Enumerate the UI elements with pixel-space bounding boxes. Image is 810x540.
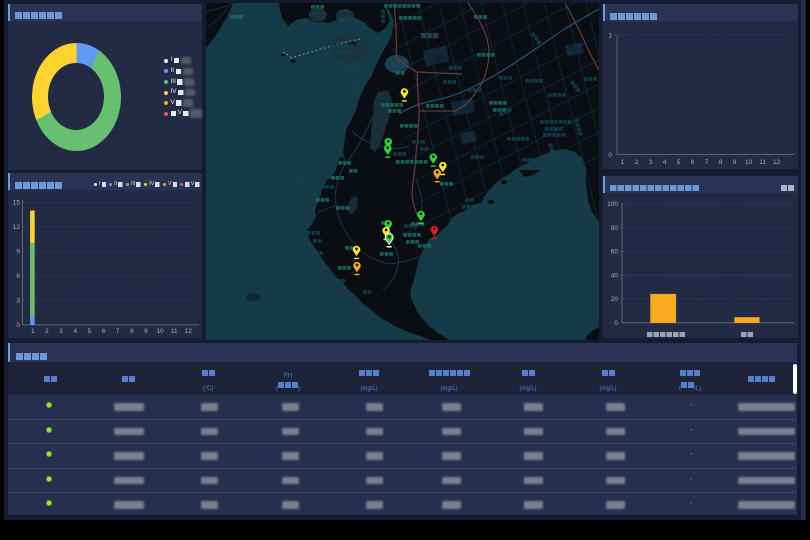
svg-text:60: 60 bbox=[611, 248, 619, 255]
svg-text:7: 7 bbox=[705, 159, 709, 166]
svg-text:0: 0 bbox=[608, 152, 612, 159]
svg-text:2: 2 bbox=[45, 328, 49, 335]
svg-text:10: 10 bbox=[745, 159, 753, 166]
svg-text:1: 1 bbox=[31, 328, 35, 335]
svg-text:5: 5 bbox=[88, 328, 92, 335]
svg-text:2: 2 bbox=[635, 159, 639, 166]
svg-text:9: 9 bbox=[16, 249, 20, 256]
svg-text:12: 12 bbox=[185, 328, 193, 335]
svg-text:4: 4 bbox=[663, 159, 667, 166]
svg-text:6: 6 bbox=[16, 273, 20, 280]
svg-text:1: 1 bbox=[621, 159, 625, 166]
svg-text:0: 0 bbox=[16, 322, 20, 329]
svg-text:3: 3 bbox=[59, 328, 63, 335]
svg-text:80: 80 bbox=[611, 224, 619, 231]
svg-text:8: 8 bbox=[719, 159, 723, 166]
svg-text:4: 4 bbox=[73, 328, 77, 335]
svg-text:6: 6 bbox=[102, 328, 106, 335]
svg-text:15: 15 bbox=[13, 200, 21, 207]
svg-text:3: 3 bbox=[16, 298, 20, 305]
svg-text:1: 1 bbox=[608, 33, 612, 40]
svg-text:10: 10 bbox=[156, 328, 164, 335]
svg-text:9: 9 bbox=[144, 328, 148, 335]
svg-text:3: 3 bbox=[649, 159, 653, 166]
svg-text:9: 9 bbox=[733, 159, 737, 166]
svg-text:6: 6 bbox=[691, 159, 695, 166]
svg-text:20: 20 bbox=[611, 296, 619, 303]
svg-text:11: 11 bbox=[759, 159, 766, 166]
svg-text:12: 12 bbox=[773, 159, 781, 166]
svg-text:5: 5 bbox=[677, 159, 681, 166]
svg-text:12: 12 bbox=[13, 224, 21, 231]
svg-text:7: 7 bbox=[116, 328, 120, 335]
svg-text:100: 100 bbox=[607, 201, 618, 208]
svg-text:8: 8 bbox=[130, 328, 134, 335]
svg-text:11: 11 bbox=[171, 328, 178, 335]
svg-text:40: 40 bbox=[611, 272, 619, 279]
svg-text:0: 0 bbox=[614, 320, 618, 327]
